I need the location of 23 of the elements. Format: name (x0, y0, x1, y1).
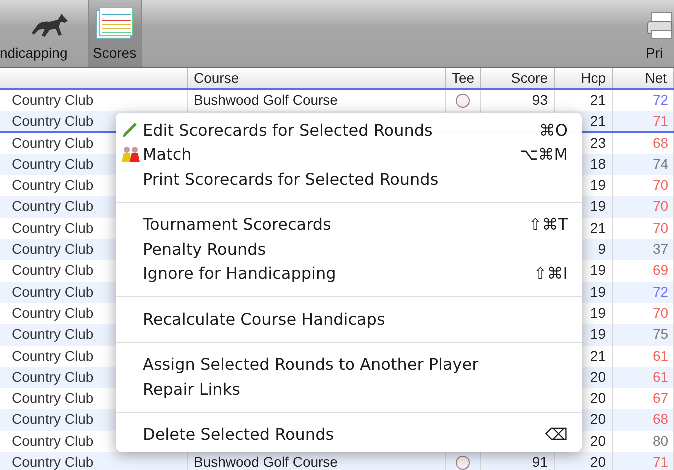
toolbar-button[interactable]: ndicapping (0, 0, 88, 67)
table-cell: 71 (613, 452, 674, 470)
column-header[interactable]: Course (188, 68, 446, 88)
table-cell: 72 (613, 282, 674, 303)
column-header[interactable]: Tee (446, 68, 481, 88)
pencil-icon (121, 121, 139, 140)
column-header[interactable]: Hcp (555, 68, 613, 88)
table-cell: 61 (613, 366, 674, 388)
column-header[interactable]: Net (613, 68, 674, 88)
tee-radio[interactable] (456, 94, 470, 108)
table-cell: 75 (613, 324, 674, 346)
table-cell: 70 (613, 196, 674, 218)
figures-icon (121, 146, 141, 162)
column-header[interactable]: Score (481, 68, 555, 88)
toolbar-button[interactable]: Scores (88, 0, 142, 67)
scorecard-icon (94, 7, 135, 41)
printer-icon (646, 11, 672, 41)
table-cell: 74 (613, 154, 674, 176)
tee-radio[interactable] (456, 456, 470, 470)
table-cell: 37 (613, 239, 674, 260)
table-cell: 71 (613, 111, 674, 132)
toolbar-button[interactable]: Pri (640, 0, 674, 67)
table-cell: 68 (613, 409, 674, 431)
